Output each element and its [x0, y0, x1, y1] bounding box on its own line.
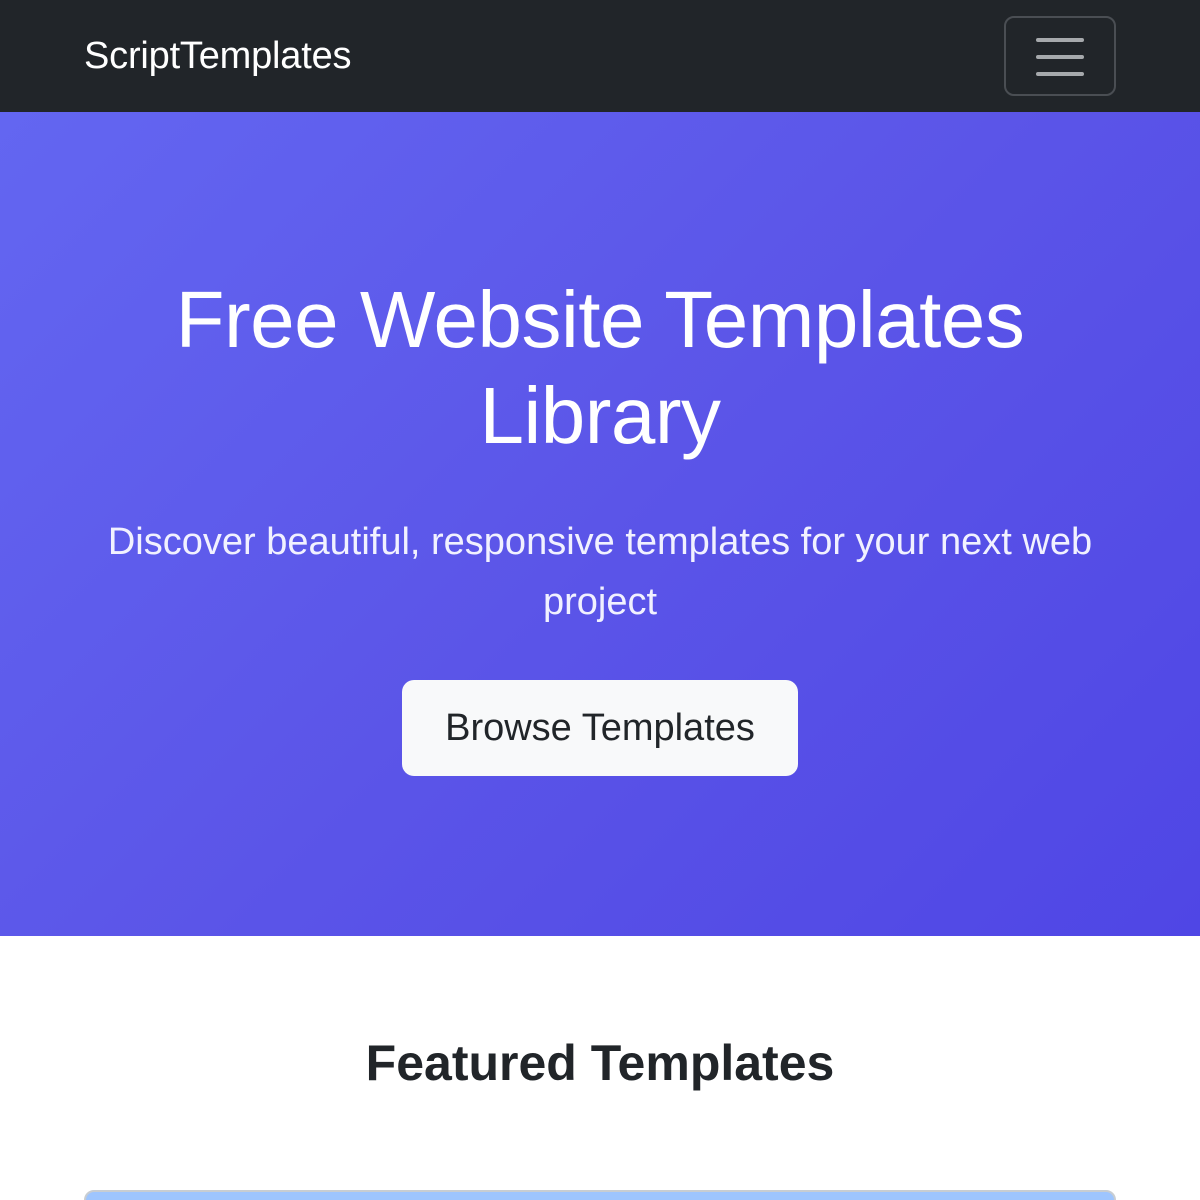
featured-template-card[interactable]	[84, 1190, 1116, 1200]
browse-templates-button[interactable]: Browse Templates	[402, 680, 798, 776]
brand-link[interactable]: ScriptTemplates	[84, 32, 352, 80]
navbar-toggle-button[interactable]	[1004, 16, 1116, 96]
hamburger-menu-icon	[1036, 38, 1084, 76]
hero-subtitle: Discover beautiful, responsive templates…	[107, 521, 1093, 623]
hero-section: Free Website Templates Library Discover …	[0, 112, 1200, 936]
top-navbar: ScriptTemplates	[0, 0, 1200, 112]
featured-section-title: Featured Templates	[365, 1035, 835, 1091]
hero-title: Free Website Templates Library	[175, 275, 1025, 460]
